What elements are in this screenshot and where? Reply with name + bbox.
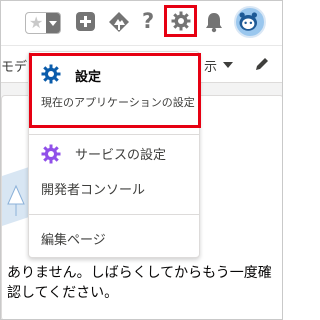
plus-icon[interactable] — [76, 12, 95, 31]
setup-menu: 設定 現在のアプリケーションの設定 サービスの設定 開発者コンソール 編集ページ — [28, 51, 200, 258]
menu-item-setup[interactable]: 設定 現在のアプリケーションの設定 — [29, 60, 199, 126]
question-icon[interactable]: ? — [142, 9, 154, 33]
empty-state-message: ありません。しばらくしてからもう一度確認してください。 — [7, 265, 272, 301]
menu-item-developer-console[interactable]: 開発者コンソール — [29, 176, 199, 200]
menu-divider — [29, 134, 199, 135]
menu-item-label: 設定 — [75, 70, 102, 85]
menu-item-service-setup[interactable]: サービスの設定 — [29, 140, 199, 168]
global-header: ★ ? — [1, 1, 282, 45]
gear-icon[interactable] — [171, 11, 191, 31]
favorites-button-group[interactable]: ★ — [25, 12, 61, 34]
menu-item-edit-page[interactable]: 編集ページ — [29, 226, 199, 250]
chevron-down-icon[interactable] — [223, 62, 233, 68]
gear-icon — [41, 64, 61, 84]
trailhead-icon[interactable] — [107, 10, 131, 34]
menu-item-label: 開発者コンソール — [41, 183, 146, 198]
menu-item-label: 編集ページ — [41, 233, 106, 248]
chevron-down-icon[interactable] — [46, 13, 60, 33]
pencil-icon[interactable] — [254, 56, 270, 72]
menu-item-description: 現在のアプリケーションの設定 — [41, 96, 195, 109]
nav-display-label[interactable]: 示 — [204, 56, 217, 75]
menu-divider — [29, 214, 199, 215]
menu-item-label: サービスの設定 — [75, 148, 167, 163]
screen: ★ ? モデー 示 ありません。しばらくしてからもう一度確認してください。 設定… — [0, 0, 283, 320]
gear-icon — [41, 144, 61, 164]
astro-avatar-icon[interactable] — [234, 6, 266, 38]
bell-icon[interactable] — [204, 11, 224, 33]
star-icon[interactable]: ★ — [29, 13, 43, 33]
